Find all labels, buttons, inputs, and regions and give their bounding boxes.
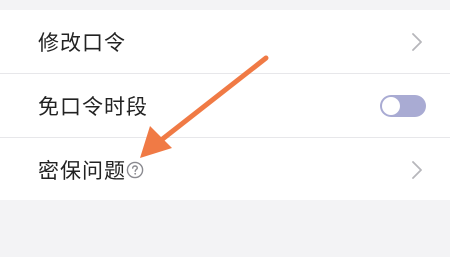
- chevron-right-icon: [412, 32, 422, 51]
- settings-row-security-question[interactable]: 密保问题: [0, 138, 450, 201]
- security-question-label: 密保问题: [38, 158, 126, 183]
- settings-row-password-free-period: 免口令时段: [0, 74, 450, 137]
- chevron-right-icon: [412, 160, 422, 179]
- password-free-period-toggle[interactable]: [380, 94, 426, 117]
- settings-list: 修改口令 免口令时段 密保问题: [0, 10, 450, 200]
- toggle-knob: [382, 96, 400, 115]
- change-password-label: 修改口令: [38, 30, 126, 55]
- question-circle-icon[interactable]: [126, 161, 144, 179]
- settings-row-change-password[interactable]: 修改口令: [0, 10, 450, 73]
- section-spacer-top: [0, 0, 450, 10]
- password-free-period-label: 免口令时段: [38, 94, 148, 119]
